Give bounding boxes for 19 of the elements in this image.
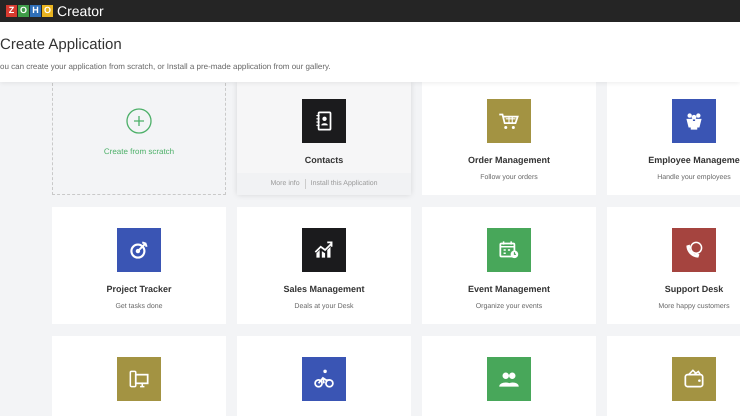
logo-letter: Z [6, 5, 17, 17]
app-name: Employee Manageme [648, 154, 740, 167]
logo-letter: O [42, 5, 53, 17]
product-name: Creator [57, 4, 104, 18]
logo-letter: O [18, 5, 29, 17]
app-card[interactable] [237, 336, 411, 416]
page-subtitle: ou can create your application from scratch, or Install a pre-made application from our gallery. [0, 62, 332, 72]
app-name: Contacts [304, 154, 344, 167]
logo-letter: H [30, 5, 41, 17]
page-title: Create Application [0, 36, 123, 54]
app-card[interactable] [422, 336, 596, 416]
app-name: Project Tracker [106, 283, 172, 296]
plus-circle-icon [126, 108, 152, 134]
app-card[interactable] [52, 336, 226, 416]
create-from-scratch-label: Create from scratch [104, 146, 174, 158]
app-name: Order Management [468, 154, 550, 167]
app-name: Event Management [468, 283, 550, 296]
app-name: Support Desk [664, 283, 724, 296]
app-name: Sales Management [283, 283, 365, 296]
